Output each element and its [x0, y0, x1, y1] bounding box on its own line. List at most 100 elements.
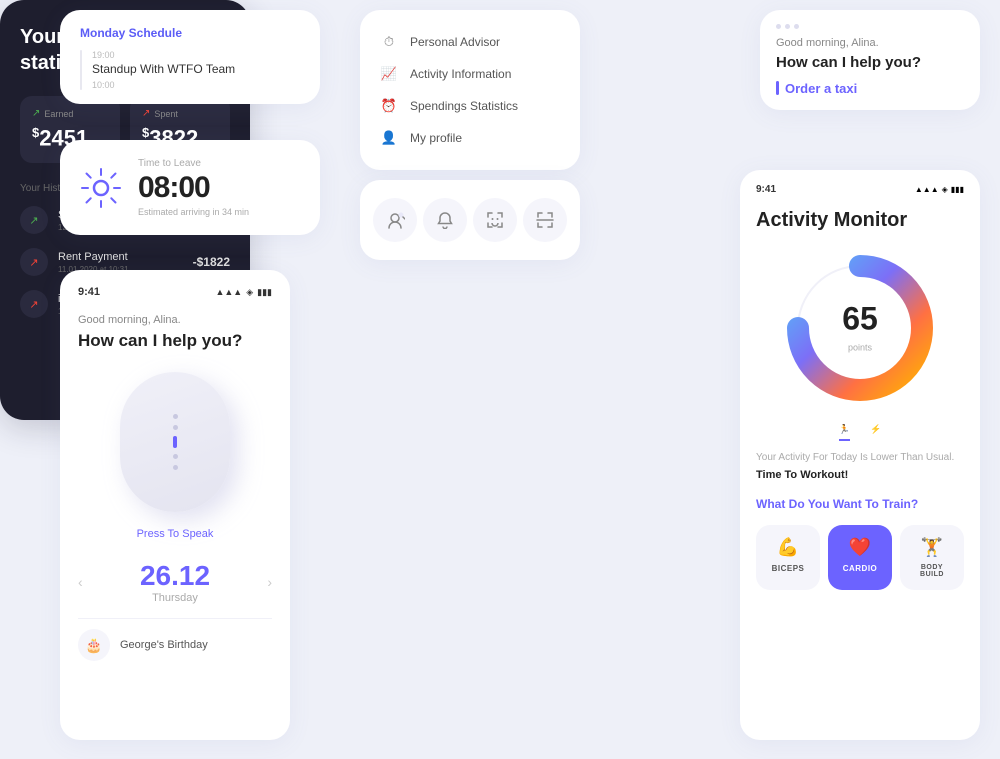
birthday-text: George's Birthday	[120, 639, 208, 651]
activity-icon: 📈	[380, 65, 398, 83]
status-icons: ▲▲▲ ◈ ▮▮▮	[215, 287, 272, 298]
bubble-dot-2	[785, 24, 790, 29]
earned-label: ↗ Earned	[32, 108, 108, 119]
departure-time: 08:00	[138, 171, 249, 205]
date-day: Thursday	[140, 592, 210, 604]
menu-label-advisor: Personal Advisor	[410, 35, 500, 49]
order-taxi-button[interactable]: Order a taxi	[776, 81, 964, 96]
activity-tabs: 🏃 ⚡	[756, 424, 964, 441]
meeting-title: Standup With WTFO Team	[92, 62, 235, 76]
menu-label-spendings: Spendings Statistics	[410, 99, 518, 113]
birthday-row: 🎂 George's Birthday	[78, 618, 272, 661]
phone-status-bar: 9:41 ▲▲▲ ◈ ▮▮▮	[78, 286, 272, 298]
phone-left-card: 9:41 ▲▲▲ ◈ ▮▮▮ Good morning, Alina. How …	[60, 270, 290, 740]
eta-text: Estimated arriving in 34 min	[138, 207, 249, 217]
bell-icon[interactable]	[423, 198, 467, 242]
phone-greeting: Good morning, Alina.	[78, 314, 272, 326]
oval-dot-1	[173, 414, 178, 419]
cardio-icon: ❤️	[849, 537, 871, 558]
activity-cta: Time To Workout!	[756, 469, 964, 481]
biceps-icon: 💪	[777, 537, 799, 558]
bubble-dot-1	[776, 24, 781, 29]
bubble-dot-3	[794, 24, 799, 29]
hello-top-card: Good morning, Alina. How can I help you?…	[760, 10, 980, 110]
body-icon: 🏋️	[921, 537, 943, 558]
face-id-icon[interactable]	[473, 198, 517, 242]
points-value: 65	[842, 301, 878, 338]
signal-icon: ▲▲▲	[215, 287, 242, 297]
date-value: 26.12	[140, 560, 210, 592]
phone-time: 9:41	[78, 286, 100, 298]
history-icon-2: ↗	[20, 248, 48, 276]
activity-desc: Your Activity For Today Is Lower Than Us…	[756, 451, 964, 465]
date-display: 26.12 Thursday	[140, 560, 210, 604]
time-label-1: 19:00	[92, 50, 235, 60]
battery-icon-activity: ▮▮▮	[951, 185, 964, 194]
voice-oval[interactable]	[120, 372, 230, 512]
menu-item-activity[interactable]: 📈 Activity Information	[380, 58, 560, 90]
signal-bars-icon: ▲▲▲	[915, 185, 939, 194]
activity-status-icons: ▲▲▲ ◈ ▮▮▮	[915, 185, 964, 194]
body-label: BODYBUILD	[920, 564, 944, 578]
donut-center: 65 points	[842, 301, 878, 356]
oval-dot-4	[173, 465, 178, 470]
birthday-icon: 🎂	[78, 629, 110, 661]
menu-label-profile: My profile	[410, 131, 462, 145]
menu-card: ⏱ Personal Advisor 📈 Activity Informatio…	[360, 10, 580, 170]
phone-question: How can I help you?	[78, 330, 272, 352]
time-to-leave-card: Time to Leave 08:00 Estimated arriving i…	[60, 140, 320, 235]
advisor-icon: ⏱	[380, 33, 398, 51]
tab-running[interactable]: 🏃	[839, 424, 850, 441]
cardio-label: CARDIO	[843, 564, 878, 573]
oval-dot-2	[173, 425, 178, 430]
person-search-icon[interactable]	[373, 198, 417, 242]
workout-biceps[interactable]: 💪 BICEPS	[756, 525, 820, 590]
wifi-icon-activity: ◈	[942, 185, 948, 194]
sun-icon	[80, 167, 122, 209]
spendings-icon: ⏰	[380, 97, 398, 115]
taxi-bar-icon	[776, 81, 779, 95]
workout-cardio[interactable]: ❤️ CARDIO	[828, 525, 892, 590]
question-top: How can I help you?	[776, 53, 964, 73]
time-info: Time to Leave 08:00 Estimated arriving i…	[138, 158, 249, 217]
tab-lightning[interactable]: ⚡	[870, 424, 881, 441]
press-speak-label[interactable]: Press To Speak	[78, 528, 272, 540]
prev-date-button[interactable]: ‹	[78, 574, 83, 590]
monday-card-title: Monday Schedule	[80, 26, 300, 40]
history-name-2: Rent Payment	[58, 251, 183, 263]
wifi-icon: ◈	[246, 287, 253, 298]
activity-card: 9:41 ▲▲▲ ◈ ▮▮▮ Activity Monitor	[740, 170, 980, 740]
taxi-label: Order a taxi	[785, 81, 857, 96]
monday-schedule-card: Monday Schedule 19:00 Standup With WTFO …	[60, 10, 320, 104]
history-icon-3: ↗	[20, 290, 48, 318]
oval-dot-3	[173, 454, 178, 459]
date-nav: ‹ 26.12 Thursday ›	[78, 560, 272, 604]
voice-oval-container	[78, 372, 272, 512]
spent-arrow-icon: ↗	[142, 108, 150, 119]
biceps-label: BICEPS	[772, 564, 805, 573]
menu-item-advisor[interactable]: ⏱ Personal Advisor	[380, 26, 560, 58]
workout-body[interactable]: 🏋️ BODYBUILD	[900, 525, 964, 590]
next-date-button[interactable]: ›	[267, 574, 272, 590]
profile-icon: 👤	[380, 129, 398, 147]
oval-accent	[173, 436, 177, 448]
history-icon-1: ↗	[20, 206, 48, 234]
battery-icon: ▮▮▮	[257, 287, 272, 298]
donut-chart: 65 points	[756, 248, 964, 408]
time-label-2: 10:00	[92, 80, 235, 90]
train-section-title: What Do You Want To Train?	[756, 497, 964, 511]
menu-item-spendings[interactable]: ⏰ Spendings Statistics	[380, 90, 560, 122]
greeting-top: Good morning, Alina.	[776, 37, 964, 49]
earned-arrow-icon: ↗	[32, 108, 40, 119]
menu-item-profile[interactable]: 👤 My profile	[380, 122, 560, 154]
menu-label-activity: Activity Information	[410, 67, 511, 81]
spent-label: ↗ Spent	[142, 108, 218, 119]
activity-time: 9:41	[756, 184, 776, 195]
time-bar	[80, 50, 82, 90]
points-label: points	[848, 343, 872, 353]
scan-icon[interactable]	[523, 198, 567, 242]
activity-title: Activity Monitor	[756, 209, 964, 232]
activity-status-bar: 9:41 ▲▲▲ ◈ ▮▮▮	[756, 184, 964, 195]
time-leave-label: Time to Leave	[138, 158, 249, 169]
workout-grid: 💪 BICEPS ❤️ CARDIO 🏋️ BODYBUILD	[756, 525, 964, 590]
